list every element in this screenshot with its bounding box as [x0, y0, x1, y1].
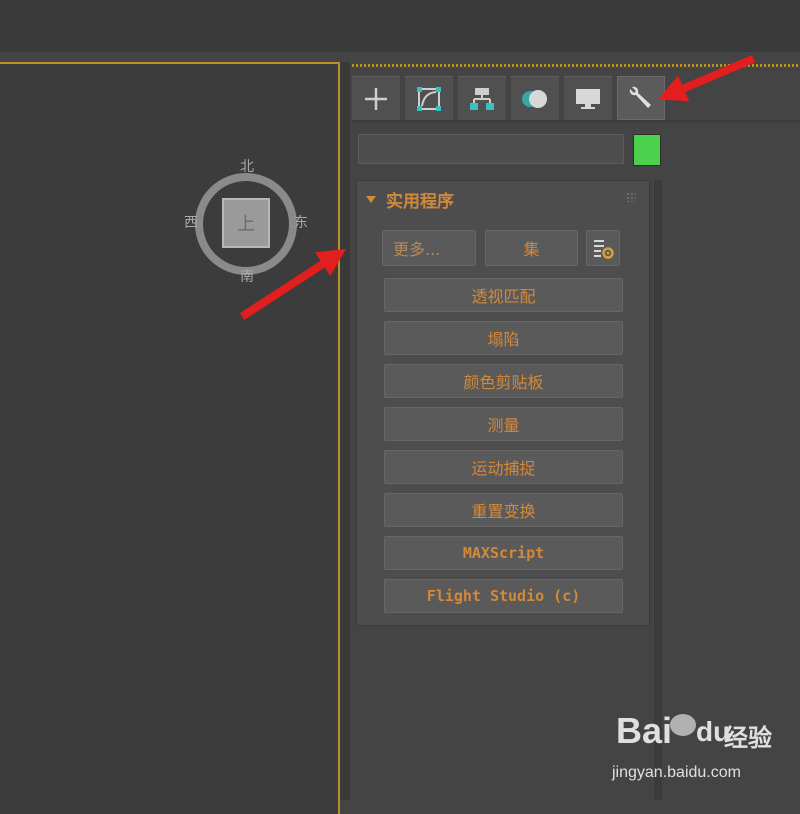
toolbar-strip	[0, 52, 800, 62]
hierarchy-icon	[470, 87, 494, 110]
rollout-title: 实用程序	[386, 191, 454, 212]
tab-create[interactable]	[352, 76, 400, 120]
wrench-icon	[629, 86, 651, 108]
watermark-product: 经验	[724, 724, 772, 752]
flight-studio-button[interactable]: Flight Studio (c)	[384, 579, 623, 613]
tab-hierarchy[interactable]	[458, 76, 506, 120]
rollout-grip-icon[interactable]	[626, 192, 636, 202]
tab-display[interactable]	[564, 76, 612, 120]
maxscript-button[interactable]: MAXScript	[384, 536, 623, 570]
rollout-header[interactable]: 实用程序	[366, 186, 454, 212]
viewcube[interactable]: 上 北 南 西 东	[184, 159, 308, 285]
object-color-swatch[interactable]	[633, 134, 661, 166]
sets-button[interactable]: 集	[485, 230, 578, 266]
color-clipboard-button[interactable]: 颜色剪贴板	[384, 364, 623, 398]
viewcube-south-label: 南	[240, 269, 254, 285]
watermark-logo: Bai	[616, 710, 673, 751]
panel-scrollbar[interactable]	[654, 180, 662, 800]
curve-edit-icon	[417, 86, 441, 111]
configure-sets-button[interactable]	[586, 230, 620, 266]
measure-button[interactable]: 测量	[384, 407, 623, 441]
panel-splitter[interactable]	[340, 62, 350, 800]
tab-modify[interactable]	[405, 76, 453, 120]
baidu-jingyan-watermark: Bai du 经验 jingyan.baidu.com	[612, 710, 772, 790]
viewport-top[interactable]: 上 北 南 西 东	[0, 62, 340, 814]
main-toolbar	[0, 0, 800, 53]
watermark-url: jingyan.baidu.com	[612, 764, 741, 781]
viewcube-north-label: 北	[240, 159, 254, 175]
viewcube-west-label: 西	[184, 215, 198, 231]
perspective-match-button[interactable]: 透视匹配	[384, 278, 623, 312]
command-panel-tabs	[352, 76, 670, 120]
tab-motion[interactable]	[511, 76, 559, 120]
reset-xform-button[interactable]: 重置变换	[384, 493, 623, 527]
list-settings-icon	[594, 240, 614, 259]
viewcube-east-label: 东	[294, 215, 308, 231]
plus-icon	[365, 87, 387, 110]
motion-capture-button[interactable]: 运动捕捉	[384, 450, 623, 484]
monitor-icon	[576, 88, 600, 109]
viewcube-top-label: 上	[237, 214, 255, 235]
paw-icon	[670, 714, 696, 736]
viewcube-top-face[interactable]: 上	[222, 198, 270, 248]
collapse-button[interactable]: 塌陷	[384, 321, 623, 355]
tab-strip	[352, 120, 800, 123]
collapse-triangle-icon[interactable]	[366, 195, 376, 203]
object-name-input[interactable]	[358, 134, 624, 164]
motion-icon	[522, 89, 547, 108]
more-button[interactable]: 更多...	[382, 230, 476, 266]
